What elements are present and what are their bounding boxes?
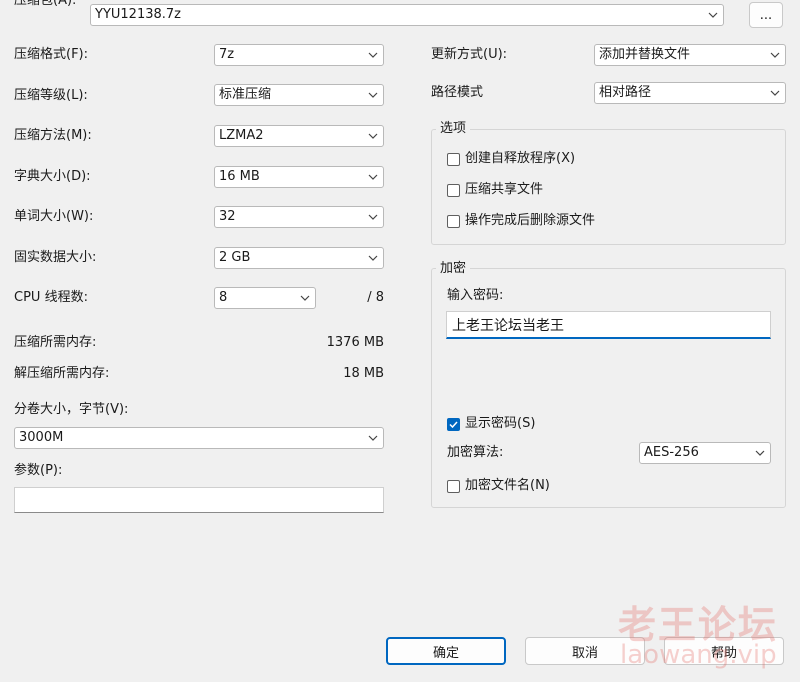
mem-comp-value: 1376 MB: [326, 335, 384, 350]
level-select[interactable]: 标准压缩: [214, 84, 384, 106]
enc-method-label: 加密算法:: [447, 445, 504, 460]
dict-size-select[interactable]: 16 MB: [214, 166, 384, 188]
volume-size-combo[interactable]: 3000M: [14, 427, 384, 449]
update-mode-label: 更新方式(U):: [431, 47, 508, 62]
chevron-down-icon: [363, 248, 383, 268]
chevron-down-icon[interactable]: [703, 5, 723, 25]
chevron-down-icon: [363, 207, 383, 227]
solid-label: 固实数据大小:: [14, 250, 97, 265]
checkbox-box[interactable]: [447, 479, 460, 493]
format-select[interactable]: 7z: [214, 44, 384, 66]
checkmark-icon: [449, 420, 458, 428]
threads-label: CPU 线程数:: [14, 290, 88, 305]
method-select[interactable]: LZMA2: [214, 125, 384, 147]
delete-after-checkbox[interactable]: 操作完成后删除源文件: [447, 211, 595, 231]
watermark-url: laowang.vip: [620, 640, 777, 670]
password-label: 输入密码:: [447, 288, 504, 303]
chevron-down-icon: [363, 428, 383, 448]
archive-name-value: YYU12138.7z: [95, 7, 181, 22]
encrypt-names-checkbox[interactable]: 加密文件名(N): [447, 476, 550, 496]
checkbox-checked-box[interactable]: [447, 417, 460, 431]
level-label: 压缩等级(L):: [14, 88, 88, 103]
chevron-down-icon: [363, 45, 383, 65]
method-label: 压缩方法(M):: [14, 128, 92, 143]
volume-label: 分卷大小，字节(V):: [14, 402, 129, 417]
show-password-checkbox[interactable]: 显示密码(S): [447, 414, 535, 434]
mem-comp-label: 压缩所需内存:: [14, 335, 97, 350]
archive-label: 压缩包(A):: [14, 0, 77, 8]
dict-label: 字典大小(D):: [14, 169, 91, 184]
threads-max: / 8: [367, 290, 384, 305]
enc-method-select[interactable]: AES-256: [639, 442, 771, 464]
path-mode-select[interactable]: 相对路径: [594, 82, 786, 104]
checkbox-box[interactable]: [447, 152, 460, 166]
chevron-down-icon: [363, 167, 383, 187]
sfx-checkbox[interactable]: 创建自释放程序(X): [447, 149, 575, 169]
options-title: 选项: [436, 120, 471, 138]
word-label: 单词大小(W):: [14, 209, 94, 224]
params-label: 参数(P):: [14, 463, 63, 478]
mem-decomp-value: 18 MB: [343, 366, 384, 381]
chevron-down-icon: [765, 45, 785, 65]
password-value: 上老王论坛当老王: [452, 317, 564, 334]
ok-button[interactable]: 确定: [386, 637, 506, 665]
threads-select[interactable]: 8: [214, 287, 316, 309]
encryption-title: 加密: [436, 260, 471, 278]
chevron-down-icon: [295, 288, 315, 308]
browse-button[interactable]: ...: [749, 2, 783, 28]
word-size-select[interactable]: 32: [214, 206, 384, 228]
chevron-down-icon: [765, 83, 785, 103]
solid-size-select[interactable]: 2 GB: [214, 247, 384, 269]
chevron-down-icon: [750, 443, 770, 463]
archive-name-combo[interactable]: YYU12138.7z: [90, 4, 724, 26]
format-label: 压缩格式(F):: [14, 47, 89, 62]
chevron-down-icon: [363, 85, 383, 105]
checkbox-box[interactable]: [447, 214, 460, 228]
path-mode-label: 路径模式: [431, 85, 484, 100]
checkbox-box[interactable]: [447, 183, 460, 197]
params-input[interactable]: [14, 487, 384, 513]
chevron-down-icon: [363, 126, 383, 146]
shared-files-checkbox[interactable]: 压缩共享文件: [447, 180, 543, 200]
mem-decomp-label: 解压缩所需内存:: [14, 366, 110, 381]
update-mode-select[interactable]: 添加并替换文件: [594, 44, 786, 66]
password-input[interactable]: 上老王论坛当老王: [446, 311, 771, 339]
